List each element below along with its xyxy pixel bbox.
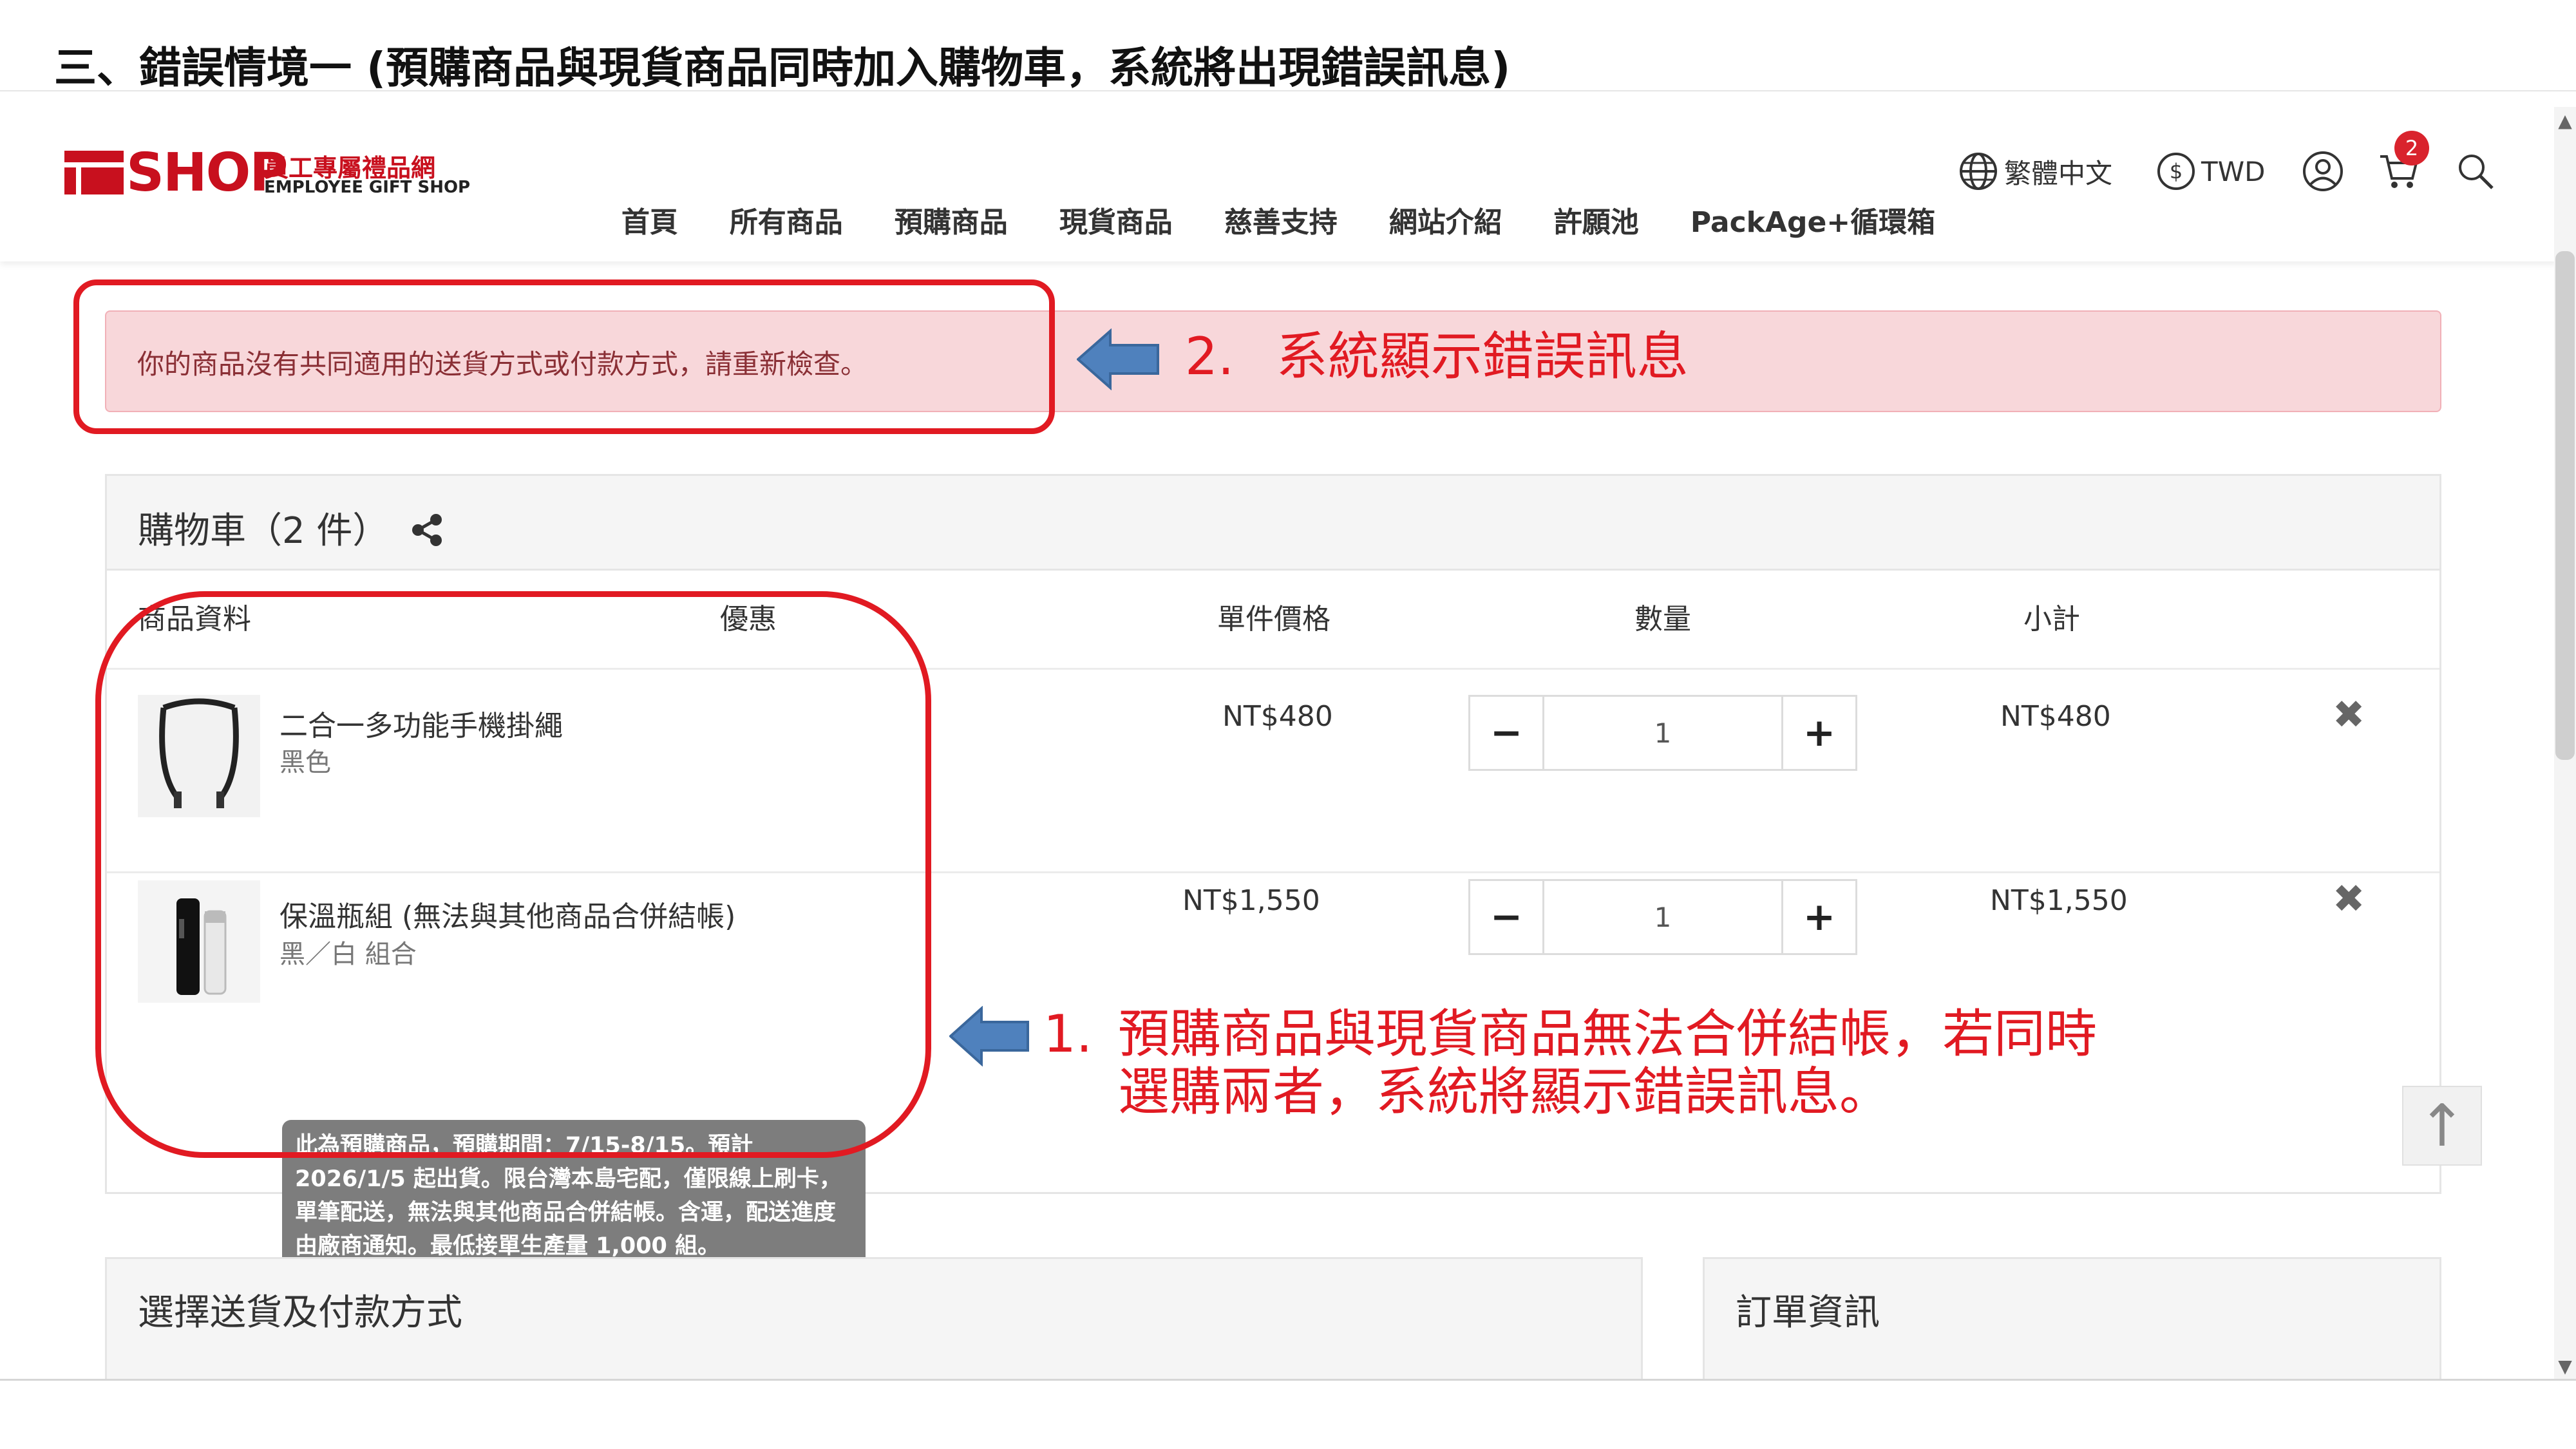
increase-quantity-button[interactable]: + [1783, 881, 1855, 953]
search-icon [2459, 155, 2494, 189]
left-arrow-icon [1077, 328, 1159, 390]
quantity-input[interactable]: 1 [1542, 881, 1783, 953]
annotation-1-number: 1. [1043, 1004, 1093, 1064]
logo-word: SHOP [126, 142, 288, 204]
account-button[interactable] [2302, 146, 2344, 197]
globe-icon [1960, 153, 1997, 190]
currency-label: TWD [2201, 155, 2266, 187]
annotation-highlight-alert [73, 279, 1055, 434]
annotation-1-line-1: 預購商品與現貨商品無法合併結帳，若同時 [1118, 1004, 2097, 1064]
order-info-title: 訂單資訊 [1736, 1292, 1880, 1334]
currency-selector[interactable]: $ TWD [2157, 146, 2266, 197]
logo-english: EMPLOYEE GIFT SHOP [264, 178, 471, 197]
quantity-stepper: − 1 + [1468, 695, 1857, 771]
col-unit-price: 單件價格 [1217, 603, 1331, 636]
quantity-stepper: − 1 + [1468, 879, 1857, 955]
nav-all-products[interactable]: 所有商品 [704, 205, 869, 241]
annotation-1-line-2: 選購兩者，系統將顯示錯誤訊息。 [1118, 1062, 1891, 1122]
decrease-quantity-button[interactable]: − [1470, 881, 1542, 953]
decrease-quantity-button[interactable]: − [1470, 697, 1542, 769]
order-info-panel: 訂單資訊 [1703, 1257, 2441, 1379]
cart-header: 購物車（2 件） [107, 476, 2439, 571]
annotation-2-text: 系統顯示錯誤訊息 [1276, 327, 1689, 386]
left-arrow-icon [949, 1006, 1029, 1066]
nav-wishlist[interactable]: 許願池 [1528, 205, 1665, 241]
quantity-input[interactable]: 1 [1542, 697, 1783, 769]
user-circle-icon [2303, 151, 2343, 191]
col-quantity: 數量 [1634, 603, 1691, 636]
annotation-2: 2. 系統顯示錯誤訊息 [1185, 327, 1689, 386]
cart-title: 購物車（2 件） [138, 502, 445, 554]
nav-home[interactable]: 首頁 [596, 205, 704, 241]
increase-quantity-button[interactable]: + [1783, 697, 1855, 769]
share-icon[interactable] [409, 512, 445, 548]
subtotal: NT$1,550 [1990, 884, 2128, 917]
main-nav: 首頁 所有商品 預購商品 現貨商品 慈善支持 網站介紹 許願池 PackAge+… [0, 205, 2557, 241]
heading-divider [0, 90, 2576, 91]
shipping-payment-panel: 選擇送貨及付款方式 [105, 1257, 1643, 1379]
shipping-payment-title: 選擇送貨及付款方式 [138, 1292, 462, 1334]
slide-title: 三、錯誤情境一 (預購商品與現貨商品同時加入購物車，系統將出現錯誤訊息) [54, 43, 1511, 93]
nav-package[interactable]: PackAge+循環箱 [1665, 205, 1961, 241]
scroll-down-icon[interactable]: ▼ [2554, 1355, 2576, 1377]
nav-charity[interactable]: 慈善支持 [1198, 205, 1363, 241]
dollar-circle-icon: $ [2157, 153, 2195, 190]
bottom-divider [0, 1379, 2576, 1381]
scroll-up-icon[interactable]: ▲ [2554, 109, 2576, 131]
language-selector[interactable]: 繁體中文 [1958, 146, 2112, 197]
language-label: 繁體中文 [2004, 157, 2113, 189]
back-to-top-button[interactable]: ↑ [2402, 1086, 2482, 1166]
remove-item-icon[interactable]: ✖ [2333, 692, 2365, 737]
annotation-highlight-items [95, 591, 931, 1158]
nav-about[interactable]: 網站介紹 [1363, 205, 1528, 241]
scrollbar-thumb[interactable] [2555, 251, 2575, 760]
logo-mark-icon [64, 151, 124, 194]
nav-in-stock[interactable]: 現貨商品 [1034, 205, 1198, 241]
subtotal: NT$480 [2000, 700, 2111, 733]
annotation-2-number: 2. [1185, 327, 1235, 386]
cart-count-badge: 2 [2394, 131, 2429, 166]
unit-price: NT$1,550 [1182, 884, 1320, 917]
unit-price: NT$480 [1222, 700, 1333, 733]
nav-preorder[interactable]: 預購商品 [869, 205, 1034, 241]
site-header: SHOP 員工專屬禮品網 EMPLOYEE GIFT SHOP 繁體中文 $ T… [0, 107, 2557, 261]
search-button[interactable] [2455, 146, 2496, 197]
col-subtotal: 小計 [2023, 603, 2080, 636]
remove-item-icon[interactable]: ✖ [2333, 876, 2365, 922]
